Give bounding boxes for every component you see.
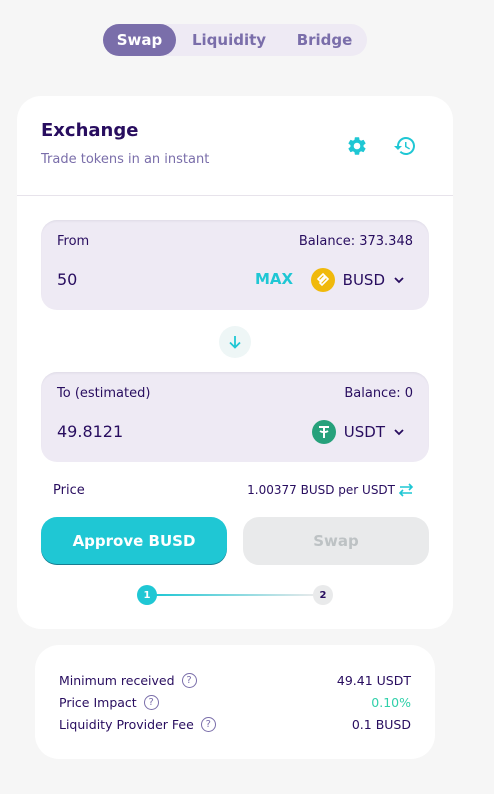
to-panel: To (estimated) Balance: 0 USDT: [41, 372, 429, 462]
max-button[interactable]: MAX: [255, 270, 293, 288]
tab-swap[interactable]: Swap: [103, 24, 176, 56]
help-icon[interactable]: ?: [181, 672, 197, 688]
price-value: 1.00377 BUSD per USDT: [247, 483, 395, 497]
step-1: 1: [137, 585, 157, 605]
tab-bridge[interactable]: Bridge: [282, 24, 367, 56]
to-label: To (estimated): [57, 386, 151, 401]
detail-row-price-impact: Price Impact ? 0.10%: [59, 693, 411, 711]
exchange-subtitle: Trade tokens in an instant: [41, 152, 210, 167]
lp-fee-label: Liquidity Provider Fee: [59, 716, 194, 732]
from-token-selector[interactable]: BUSD: [310, 268, 405, 292]
detail-row-minimum-received: Minimum received ? 49.41 USDT: [59, 671, 411, 689]
exchange-header: Exchange Trade tokens in an instant: [17, 96, 453, 196]
exchange-card: Exchange Trade tokens in an instant From…: [17, 96, 453, 629]
from-amount-input[interactable]: [57, 270, 237, 289]
tab-liquidity[interactable]: Liquidity: [176, 24, 282, 56]
price-impact-value: 0.10%: [371, 694, 411, 710]
chevron-down-icon: [393, 423, 405, 442]
to-token-symbol: USDT: [343, 423, 385, 441]
history-icon[interactable]: [391, 132, 419, 160]
to-balance: Balance: 0: [344, 386, 413, 401]
usdt-icon: [311, 420, 336, 444]
swap-horizontal-icon[interactable]: [397, 481, 415, 503]
exchange-title: Exchange: [41, 120, 139, 141]
to-amount-input[interactable]: [57, 422, 237, 441]
from-label: From: [57, 234, 90, 249]
minimum-received-label: Minimum received: [59, 672, 175, 688]
switch-direction-button[interactable]: [219, 326, 251, 358]
price-label: Price: [53, 483, 85, 498]
chevron-down-icon: [393, 271, 405, 290]
to-token-selector[interactable]: USDT: [311, 420, 405, 444]
nav-tabs: Swap Liquidity Bridge: [103, 24, 367, 56]
approval-stepper: 1 2: [137, 585, 333, 605]
from-panel: From Balance: 373.348 MAX BUSD: [41, 220, 429, 310]
help-icon[interactable]: ?: [143, 694, 159, 710]
trade-details-card: Minimum received ? 49.41 USDT Price Impa…: [35, 645, 435, 759]
price-impact-label: Price Impact: [59, 694, 137, 710]
arrow-down-icon: [229, 336, 241, 349]
detail-row-lp-fee: Liquidity Provider Fee ? 0.1 BUSD: [59, 715, 411, 733]
help-icon[interactable]: ?: [200, 716, 216, 732]
gear-icon[interactable]: [343, 132, 371, 160]
lp-fee-value: 0.1 BUSD: [351, 716, 411, 732]
from-balance: Balance: 373.348: [298, 234, 413, 249]
from-token-symbol: BUSD: [342, 271, 385, 289]
minimum-received-value: 49.41 USDT: [336, 672, 411, 688]
swap-button[interactable]: Swap: [243, 517, 429, 565]
step-2: 2: [313, 585, 333, 605]
approve-button[interactable]: Approve BUSD: [41, 517, 227, 565]
busd-icon: [310, 268, 335, 292]
stepper-line: [155, 594, 315, 596]
